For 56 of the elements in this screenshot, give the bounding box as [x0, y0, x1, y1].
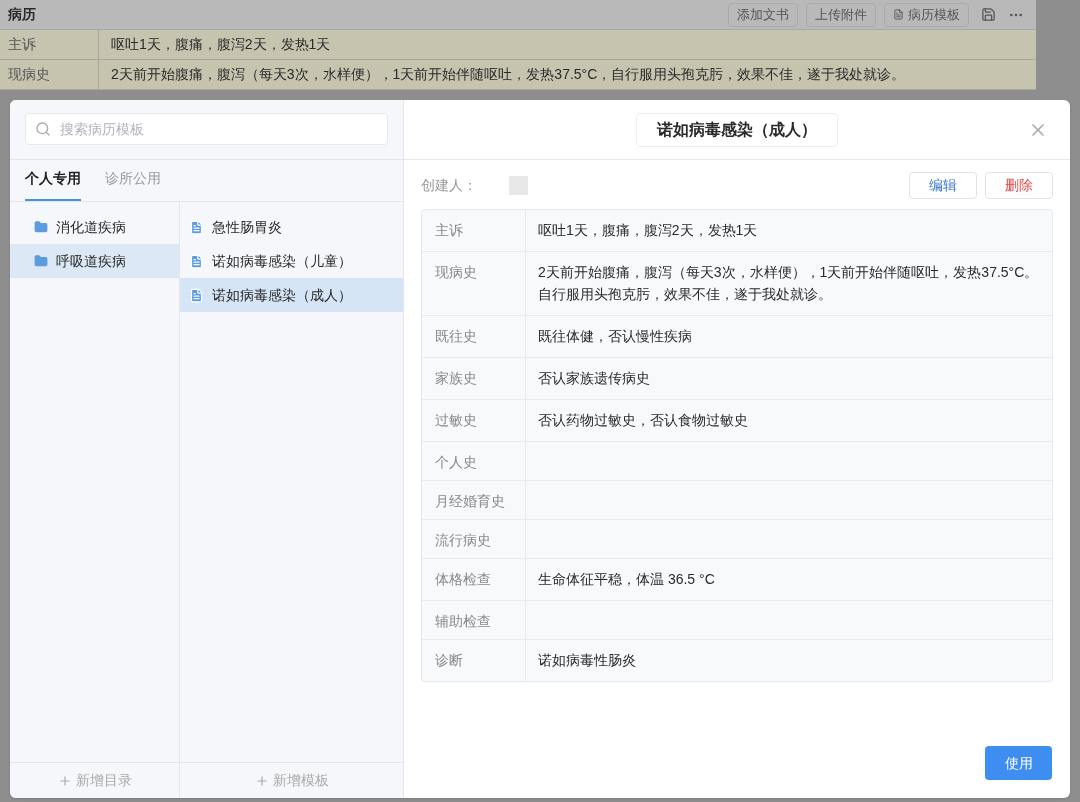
document-icon	[893, 9, 904, 20]
folder-icon	[34, 254, 48, 268]
field-value: 呕吐1天，腹痛，腹泻2天，发热1天	[538, 222, 758, 238]
field-label: 家族史	[422, 358, 526, 399]
plus-icon	[57, 773, 72, 788]
field-label: 既往史	[422, 316, 526, 357]
folder-name: 消化道疾病	[56, 217, 126, 237]
field-value: 否认药物过敏史，否认食物过敏史	[538, 412, 748, 428]
row-label: 现病史	[0, 60, 99, 89]
template-name: 诺如病毒感染（成人）	[212, 285, 352, 305]
delete-button[interactable]: 删除	[985, 172, 1053, 199]
field-label: 个人史	[422, 442, 526, 480]
field-value: 生命体征平稳，体温 36.5 °C	[538, 571, 715, 587]
template-button[interactable]: 病历模板	[884, 2, 969, 27]
template-item[interactable]: 诺如病毒感染（儿童）	[180, 244, 403, 278]
plus-icon	[254, 773, 269, 788]
row-label: 主诉	[0, 30, 99, 59]
tab[interactable]: 个人专用	[25, 168, 81, 201]
field-label: 现病史	[422, 252, 526, 315]
field-label: 过敏史	[422, 400, 526, 441]
add-template-button[interactable]: 新增模板	[180, 763, 403, 798]
folder-item[interactable]: 消化道疾病	[10, 210, 179, 244]
toolbar-button[interactable]: 上传附件	[806, 2, 876, 27]
field-label: 诊断	[422, 640, 526, 681]
field-value: 否认家族遗传病史	[538, 370, 650, 386]
row-value: 2天前开始腹痛，腹泻（每天3次，水样便），1天前开始伴随呕吐，发热37.5°C，自行服用头孢克肟，效果不佳，遂于我处就诊。	[110, 65, 906, 84]
toolbar-button[interactable]: 添加文书	[728, 2, 798, 27]
field-label: 月经婚育史	[422, 481, 526, 519]
edit-button[interactable]: 编辑	[909, 172, 977, 199]
field-value: 既往体健，否认慢性疾病	[538, 328, 692, 344]
folder-icon	[34, 220, 48, 234]
section-title: 病历	[8, 5, 36, 24]
template-name: 急性肠胃炎	[212, 217, 282, 237]
folder-name: 呼吸道疾病	[56, 251, 126, 271]
template-title: 诺如病毒感染（成人）	[636, 112, 838, 147]
document-icon	[189, 253, 204, 269]
field-value: 诺如病毒性肠炎	[538, 652, 636, 668]
creator-label: 创建人：	[421, 176, 477, 195]
field-label: 主诉	[422, 210, 526, 251]
template-item[interactable]: 诺如病毒感染（成人）	[180, 278, 403, 312]
search-icon	[35, 121, 51, 137]
search-field[interactable]: 搜索病历模板	[25, 113, 388, 145]
document-icon	[189, 219, 204, 235]
save-icon[interactable]	[981, 7, 996, 22]
field-label: 辅助检查	[422, 601, 526, 639]
template-item[interactable]: 急性肠胃炎	[180, 210, 403, 244]
field-label: 体格检查	[422, 559, 526, 600]
tab[interactable]: 诊所公用	[105, 168, 161, 201]
field-value: 2天前开始腹痛，腹泻（每天3次，水样便），1天前开始伴随呕吐，发热37.5°C。自行服用头孢克肟，效果不佳，遂于我处就诊。	[538, 264, 1039, 302]
add-folder-button[interactable]: 新增目录	[10, 763, 180, 798]
use-button[interactable]: 使用	[985, 746, 1052, 780]
document-icon	[189, 287, 204, 303]
field-label: 流行病史	[422, 520, 526, 558]
template-name: 诺如病毒感染（儿童）	[212, 251, 352, 271]
row-value: 呕吐1天，腹痛，腹泻2天，发热1天	[110, 35, 331, 54]
folder-item[interactable]: 呼吸道疾病	[10, 244, 179, 278]
